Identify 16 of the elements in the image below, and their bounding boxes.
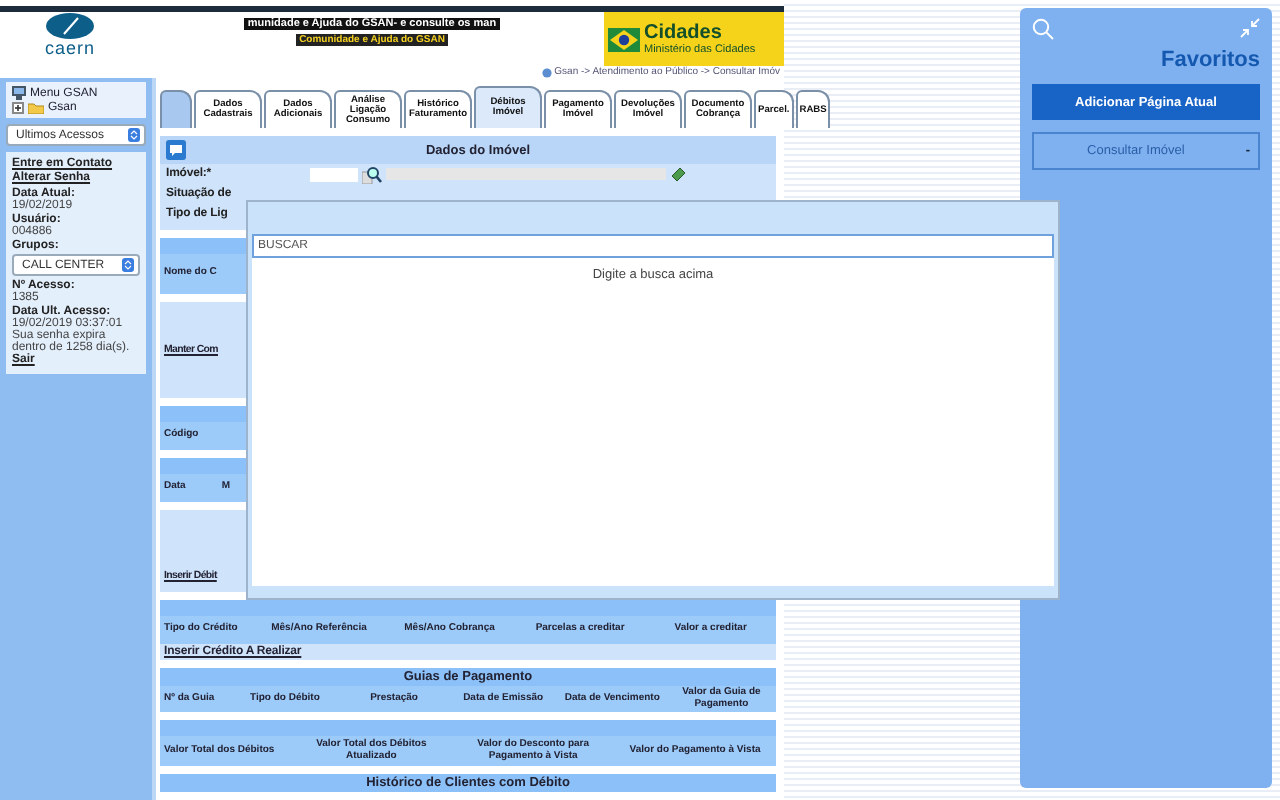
favorites-title: Favoritos [1160, 48, 1260, 72]
globe-icon [542, 67, 553, 77]
magnifier-icon[interactable] [362, 165, 382, 183]
blank-tab[interactable] [160, 90, 192, 128]
tree-toggle-icon[interactable] [12, 102, 24, 114]
search-icon[interactable] [1032, 18, 1054, 40]
select-arrows-icon [122, 258, 134, 272]
property-input[interactable] [310, 167, 358, 181]
ministry-title: Cidades [644, 23, 724, 43]
computer-icon [12, 86, 26, 100]
folder-icon [28, 102, 44, 114]
select-arrows-icon [128, 128, 140, 142]
chat-bubble-icon [166, 140, 186, 160]
logo-circle-icon [44, 12, 96, 40]
collapse-arrows-icon[interactable] [1240, 18, 1260, 38]
logo-text: caern [44, 40, 95, 58]
